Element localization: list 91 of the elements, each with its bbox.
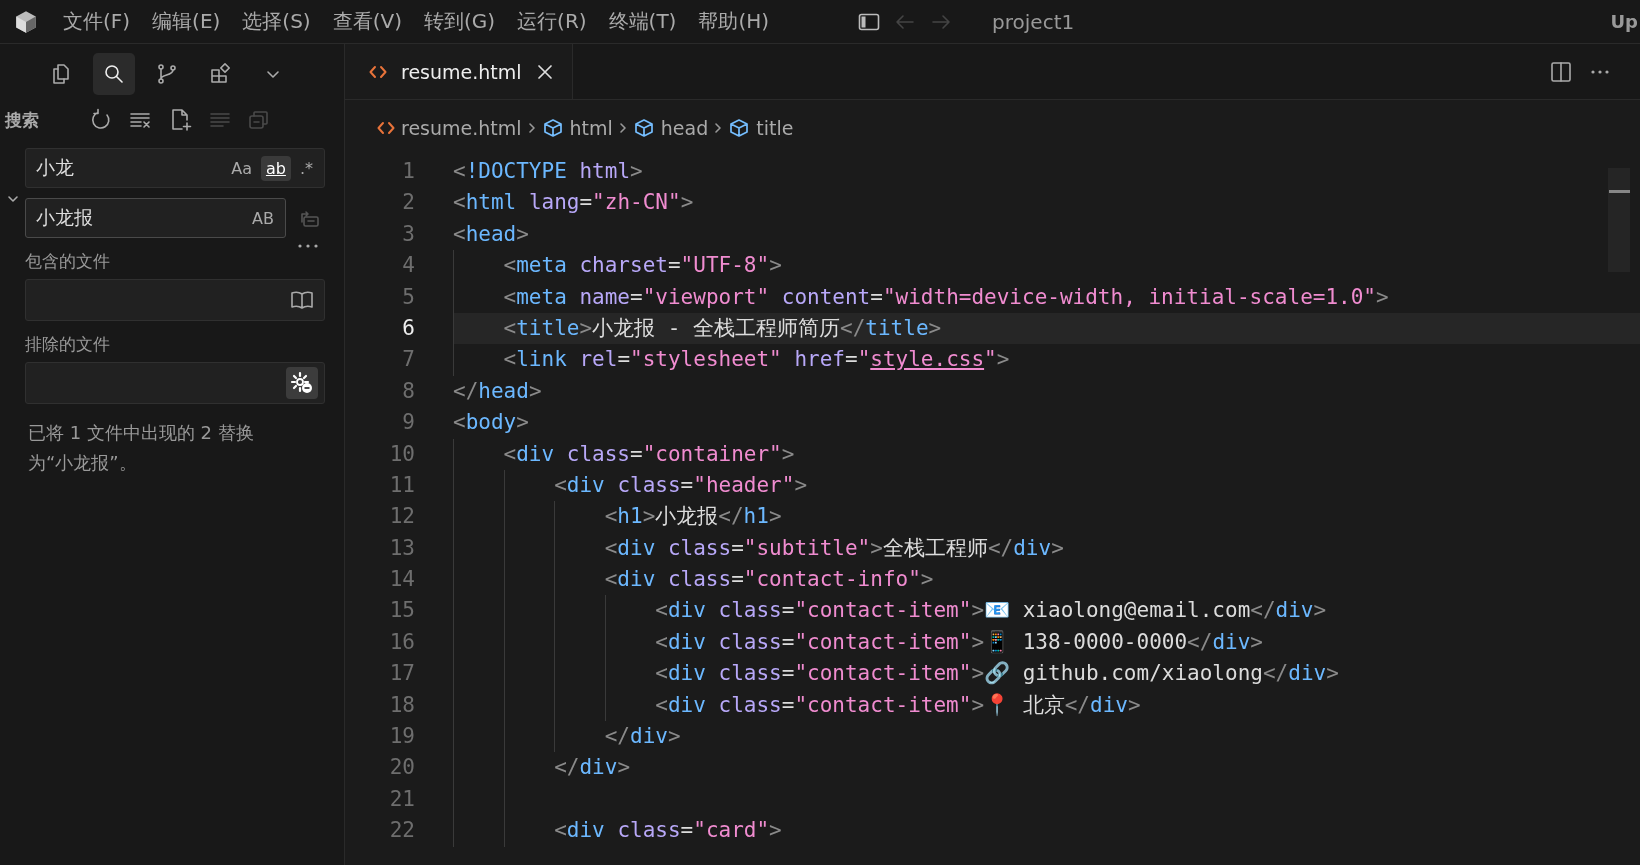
line-number: 20 <box>388 754 415 782</box>
line-number: 1 <box>401 158 415 185</box>
code-line: <div class="contact-item">🔗 github.com/xiaolong</div> <box>655 660 1339 688</box>
new-file-icon[interactable] <box>169 108 193 132</box>
panel-title: 搜索 <box>5 108 39 132</box>
option-toggle[interactable]: .* <box>294 155 318 181</box>
menu-item[interactable]: 转到(G) <box>412 8 507 35</box>
menu-item[interactable]: 编辑(E) <box>141 8 232 35</box>
menu-item[interactable]: 帮助(H) <box>687 8 781 35</box>
line-number: 5 <box>401 283 415 311</box>
chevron-right-icon <box>714 122 723 134</box>
code-line: <div class="contact-item">📍 北京</div> <box>655 691 1141 719</box>
code-line: <div class="header"> <box>554 471 808 499</box>
search-icon <box>102 62 126 86</box>
line-number: 17 <box>388 660 415 688</box>
split-editor-icon[interactable] <box>1550 60 1572 83</box>
cube-icon <box>541 118 564 138</box>
more-icon[interactable] <box>297 242 319 250</box>
code-line: <div class="container"> <box>503 440 795 468</box>
line-number: 15 <box>388 597 415 625</box>
code-line: </head> <box>453 377 542 405</box>
code-line: <div class="card"> <box>554 817 782 845</box>
code-line: <link rel="stylesheet" href="style.css"> <box>503 346 1010 374</box>
code-line: <title>小龙报 - 全栈工程师简历</title> <box>503 314 942 342</box>
code-line: <h1>小龙报</h1> <box>604 503 782 531</box>
line-number: 9 <box>401 409 415 437</box>
cube-icon <box>632 118 655 138</box>
line-number: 6 <box>401 314 415 342</box>
option-toggle[interactable]: AB <box>247 205 279 231</box>
menu-item[interactable]: 文件(F) <box>52 8 142 35</box>
breadcrumb[interactable]: title <box>756 117 794 139</box>
code-brackets-icon <box>369 63 387 80</box>
book-icon[interactable] <box>289 289 315 311</box>
chevron-right-icon <box>618 122 627 134</box>
field-label: 包含的文件 <box>25 250 111 273</box>
account-label[interactable]: Up <box>1610 11 1638 32</box>
scrollbar[interactable] <box>1608 168 1630 272</box>
breadcrumb[interactable]: head <box>660 117 709 139</box>
code-line: </div> <box>604 723 681 751</box>
line-number: 8 <box>401 377 415 405</box>
menu-item[interactable]: 终端(T) <box>597 8 688 35</box>
code-line: <body> <box>453 409 529 437</box>
breadcrumb[interactable]: html <box>569 117 613 139</box>
close-icon[interactable] <box>535 62 554 81</box>
input-field[interactable] <box>25 279 325 321</box>
line-number: 19 <box>388 723 415 751</box>
code-line: <meta charset="UTF-8"> <box>503 252 782 280</box>
field-label: 排除的文件 <box>25 333 111 356</box>
option-toggle[interactable]: ab <box>260 155 291 181</box>
replace-field[interactable]: 小龙报 AB <box>25 198 286 238</box>
input-field[interactable] <box>25 362 325 404</box>
activity-button[interactable] <box>93 53 135 95</box>
line-number: 10 <box>388 440 415 468</box>
line-number: 13 <box>388 534 415 562</box>
line-number: 2 <box>401 189 415 217</box>
line-number: 22 <box>388 817 415 845</box>
code-line: <meta name="viewport" content="width=device-width, initial-scale=1.0"> <box>503 283 1389 311</box>
line-number: 7 <box>401 346 415 374</box>
line-number: 18 <box>388 691 415 719</box>
option-toggle[interactable]: Aa <box>226 155 257 181</box>
breadcrumb[interactable]: resume.html <box>401 117 522 139</box>
menu-item[interactable]: 查看(V) <box>321 8 413 35</box>
extensions-icon <box>208 62 232 86</box>
menu-item[interactable]: 选择(S) <box>231 8 322 35</box>
result-message: 已将 1 文件中出现的 2 替换为“小龙报”。 <box>27 421 255 475</box>
code-line: <div class="subtitle">全栈工程师</div> <box>604 534 1064 562</box>
line-number: 14 <box>388 566 415 594</box>
chevron-right-icon <box>527 122 536 134</box>
search-field[interactable]: 小龙 Aa ab .* <box>25 148 325 188</box>
line-number: 3 <box>401 220 415 248</box>
code-line: </div> <box>554 754 631 782</box>
line-number: 12 <box>388 503 415 531</box>
line-number: 4 <box>401 252 415 280</box>
window-title: project1 <box>992 9 1075 34</box>
logo-icon <box>13 8 39 35</box>
line-number: 11 <box>388 471 415 499</box>
line-number: 21 <box>388 785 415 813</box>
code-brackets-icon <box>377 120 395 136</box>
line-number: 16 <box>388 628 415 656</box>
cube-icon <box>728 118 751 138</box>
gear-icon[interactable] <box>289 370 315 396</box>
code-line: <div class="contact-item">📱 138-0000-0000</div> <box>655 628 1263 656</box>
code-line: <!DOCTYPE html> <box>453 158 643 185</box>
code-line: <head> <box>453 220 529 248</box>
branch-icon <box>155 62 179 86</box>
code-line: <div class="contact-item">📧 xiaolong@email.com</div> <box>655 597 1327 625</box>
menu-item[interactable]: 运行(R) <box>506 8 598 35</box>
code-line: <div class="contact-info"> <box>604 566 934 594</box>
code-line: <html lang="zh-CN"> <box>453 189 694 217</box>
sidebar-toggle-icon[interactable] <box>858 11 881 32</box>
more-icon[interactable] <box>1590 68 1610 75</box>
